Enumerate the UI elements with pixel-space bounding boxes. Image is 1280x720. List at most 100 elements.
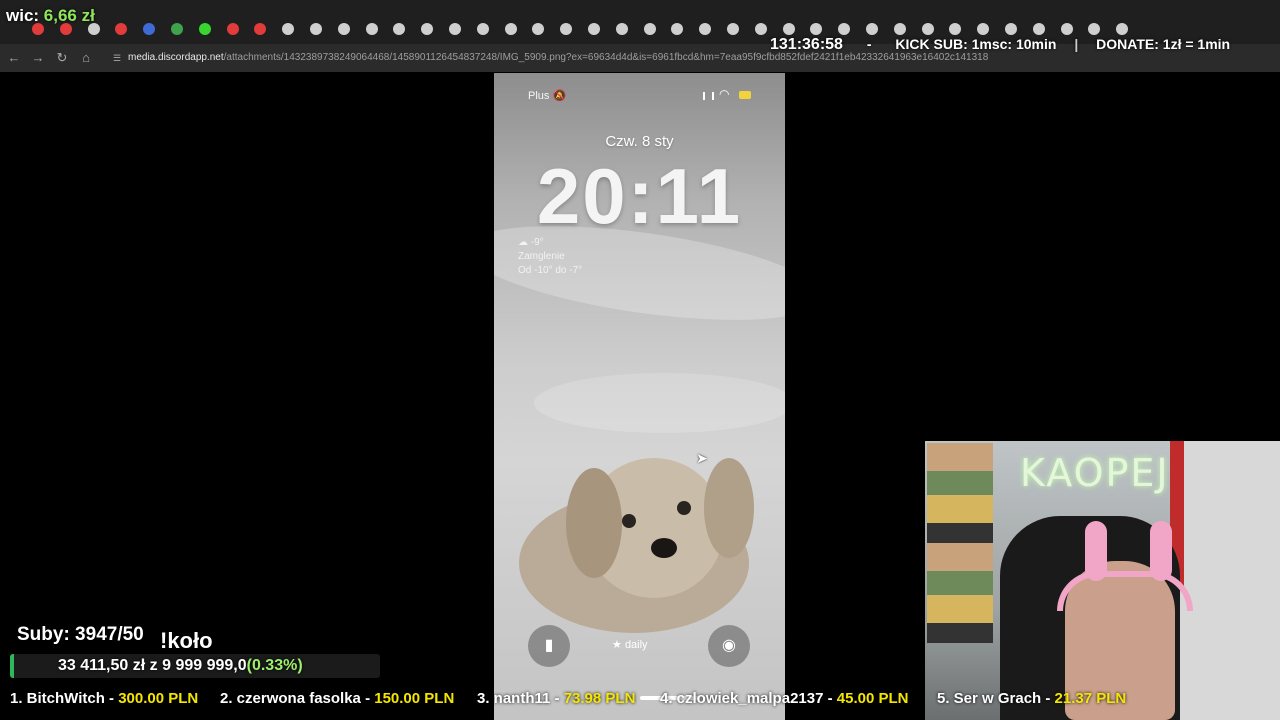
tab-favicon-icon[interactable] (365, 23, 378, 35)
tab-favicon-icon[interactable] (282, 23, 295, 35)
ticker-donor-name: 2. czerwona fasolka - (220, 690, 375, 707)
lockscreen-date: Czw. 8 sty (605, 133, 674, 150)
photo-collage (927, 443, 993, 643)
reload-button-icon[interactable]: ↻ (54, 50, 70, 66)
weather-icon: ☁ (518, 237, 528, 248)
tab-favicon-icon[interactable] (310, 23, 322, 35)
wheel-command: !koło (160, 628, 213, 653)
mouse-cursor-icon: ➤ (696, 450, 708, 466)
tab-favicon-icon[interactable] (226, 23, 239, 35)
tab-favicon-icon[interactable] (115, 23, 128, 35)
flashlight-icon[interactable]: ▮ (528, 625, 570, 667)
donation-goal-text: 33 411,50 zł z 9 999 999,0(0.33%) (58, 657, 303, 675)
tab-favicon-icon[interactable] (421, 23, 434, 35)
ticker-item: 1. BitchWitch - 300.00 PLN (10, 690, 198, 707)
battery-icon (739, 91, 751, 99)
tab-favicon-icon[interactable] (866, 23, 878, 35)
tab-favicon-icon[interactable] (838, 23, 851, 35)
ticker-item: 2. czerwona fasolka - 150.00 PLN (220, 690, 454, 707)
tab-favicon-icon[interactable] (171, 23, 183, 35)
carrier-label: Plus (528, 90, 550, 102)
tab-favicon-icon[interactable] (782, 23, 795, 35)
ticker-donor-name: 4. czlowiek_malpa2137 - (660, 690, 837, 707)
snow-texture (534, 373, 785, 433)
camera-icon[interactable]: ◉ (708, 625, 750, 667)
tab-favicon-icon[interactable] (449, 23, 461, 35)
lockscreen-time: 20:11 (536, 152, 743, 240)
tab-favicon-icon[interactable] (727, 23, 739, 35)
tab-favicon-icon[interactable] (893, 23, 906, 35)
neon-sign: KAOPEJ (1020, 451, 1170, 495)
back-button-icon[interactable]: ← (6, 50, 22, 66)
tab-favicon-icon[interactable] (754, 23, 767, 35)
tab-favicon-icon[interactable] (504, 23, 517, 35)
donation-amount: 6,66 zł (43, 6, 95, 25)
ticker-donor-name: 3. nanth11 - (477, 690, 564, 707)
ticker-item: 3. nanth11 - 73.98 PLN (477, 690, 635, 707)
dog-photo (519, 458, 754, 633)
bell-slash-icon: 🔕 (552, 90, 567, 102)
donate-rule: DONATE: 1zł = 1min (1096, 36, 1231, 52)
status-icons: ◠ (691, 87, 761, 101)
tab-favicon-icon[interactable] (143, 23, 156, 35)
ticker-donor-amount: 150.00 PLN (374, 690, 455, 707)
donation-total: wic: 6,66 zł (6, 6, 95, 26)
tab-favicon-icon[interactable] (921, 23, 934, 35)
tab-favicon-icon[interactable] (810, 23, 823, 35)
ticker-donor-amount: 21.37 PLN (1054, 690, 1127, 707)
forward-button-icon[interactable]: → (30, 50, 46, 66)
ticker-donor-name: 1. BitchWitch - (10, 690, 119, 707)
tab-favicon-icon[interactable] (560, 23, 573, 35)
weather-widget: ☁ -9° Zamglenie Od -10° do -7° (518, 236, 582, 278)
weather-range: Od -10° do -7° (518, 265, 583, 276)
tab-favicon-icon[interactable] (337, 23, 350, 35)
weather-desc: Zamglenie (518, 251, 565, 262)
subs-counter: Suby: 3947/50 (17, 624, 144, 645)
signal-icon (703, 92, 714, 100)
timer-dash: - (866, 36, 872, 52)
ticker-donor-amount: 45.00 PLN (836, 690, 909, 707)
headphones (1057, 571, 1193, 611)
tab-favicon-icon[interactable] (643, 23, 656, 35)
goal-current: 33 411,50 zł z (58, 657, 158, 674)
ticker-donor-amount: 73.98 PLN (563, 690, 636, 707)
tab-favicon-icon[interactable] (615, 23, 628, 35)
tab-favicon-icon[interactable] (254, 23, 267, 35)
url-host: media.discordapp.net (128, 52, 224, 63)
tab-favicon-icon[interactable] (393, 23, 406, 35)
tab-favicon-icon[interactable] (1032, 23, 1045, 35)
webcam-wall (1175, 441, 1280, 720)
weather-temp: -9° (530, 237, 544, 248)
subathon-clock: 131:36:58 (770, 36, 843, 53)
timer-divider: | (1074, 36, 1079, 52)
tab-favicon-icon[interactable] (671, 23, 684, 35)
donation-label: wic: (6, 6, 40, 25)
tab-favicon-icon[interactable] (532, 23, 545, 35)
focus-mode[interactable]: ★ daily (612, 638, 648, 651)
ticker-donor-amount: 300.00 PLN (118, 690, 199, 707)
tab-favicon-icon[interactable] (977, 23, 990, 35)
kick-sub-rule: KICK SUB: 1msc: 10min (895, 36, 1057, 52)
tab-favicon-icon[interactable] (476, 23, 489, 35)
wifi-icon: ◠ (719, 87, 730, 101)
ticker-item: 4. czlowiek_malpa2137 - 45.00 PLN (660, 690, 908, 707)
tab-favicon-icon[interactable] (1088, 23, 1101, 35)
goal-percent: (0.33%) (246, 657, 303, 674)
tab-favicon-icon[interactable] (1005, 23, 1017, 35)
focus-label: daily (624, 639, 648, 651)
goal-target: 9 999 999,0 (162, 657, 247, 674)
home-button-icon[interactable]: ⌂ (78, 50, 94, 66)
tab-favicon-icon[interactable] (1116, 23, 1129, 35)
ticker-donor-name: 5. Ser w Grach - (937, 690, 1055, 707)
tab-favicon-icon[interactable] (699, 23, 712, 35)
tab-favicon-icon[interactable] (1060, 23, 1073, 35)
tab-favicon-icon[interactable] (949, 23, 962, 35)
tab-favicon-icon[interactable] (198, 23, 211, 35)
webcam-feed: KAOPEJ (925, 441, 1280, 720)
carrier-name: Plus 🔕 (528, 89, 566, 102)
star-icon: ★ (612, 639, 622, 651)
subathon-timer-strip: 131:36:58 - KICK SUB: 1msc: 10min | DONA… (770, 36, 1230, 58)
ticker-item: 5. Ser w Grach - 21.37 PLN (937, 690, 1126, 707)
tab-favicon-icon[interactable] (588, 23, 600, 35)
donation-goal-fill (10, 654, 14, 678)
